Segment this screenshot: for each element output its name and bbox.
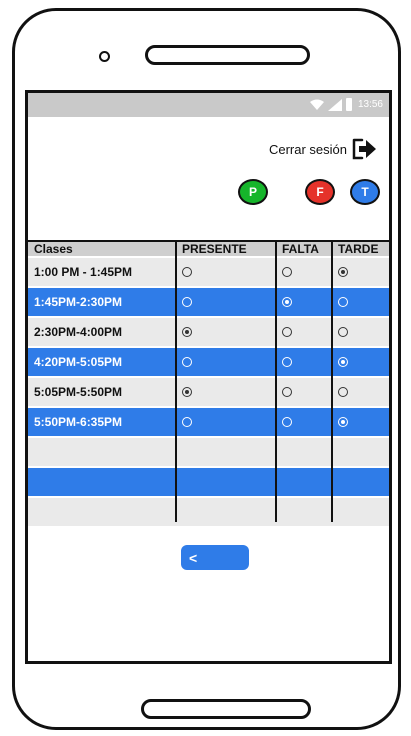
wifi-icon [309, 99, 324, 110]
column-divider [175, 242, 177, 522]
table-row [28, 498, 389, 526]
table-row: 2:30PM-4:00PM [28, 318, 389, 346]
radio-falta[interactable] [282, 267, 292, 277]
class-time-label: 5:05PM-5:50PM [34, 385, 123, 399]
table-row: 5:50PM-6:35PM [28, 408, 389, 436]
radio-falta[interactable] [282, 327, 292, 337]
column-header-presente: PRESENTE [182, 242, 247, 256]
screen: 13:56 Cerrar sesión P FT Clases PRESENTE FA… [25, 90, 392, 664]
speaker-slot [145, 45, 310, 65]
radio-tarde[interactable] [338, 387, 348, 397]
legend-p-badge: P [238, 179, 268, 205]
signal-icon [327, 98, 342, 111]
class-time-label: 1:00 PM - 1:45PM [34, 265, 133, 279]
attendance-table: Clases PRESENTE FALTA TARDE 1:00 PM - 1:45PM… [28, 240, 389, 526]
table-row [28, 438, 389, 466]
radio-falta[interactable] [282, 417, 292, 427]
radio-presente[interactable] [182, 297, 192, 307]
logout-icon [352, 138, 376, 160]
class-time-label: 1:45PM-2:30PM [34, 295, 123, 309]
table-header: Clases PRESENTE FALTA TARDE [28, 242, 389, 256]
radio-falta[interactable] [282, 297, 292, 307]
legend-t-badge: T [350, 179, 380, 205]
column-divider [275, 242, 277, 522]
home-button[interactable] [141, 699, 311, 719]
table-row: 4:20PM-5:05PM [28, 348, 389, 376]
battery-icon [345, 98, 352, 111]
status-time: 13:56 [357, 99, 383, 110]
camera-icon [99, 51, 110, 62]
column-header-clases: Clases [34, 242, 73, 256]
class-time-label: 5:50PM-6:35PM [34, 415, 123, 429]
radio-tarde[interactable] [338, 267, 348, 277]
logout-button[interactable]: Cerrar sesión [269, 137, 377, 161]
status-bar: 13:56 [28, 93, 389, 117]
table-row [28, 468, 389, 496]
table-row: 1:00 PM - 1:45PM [28, 258, 389, 286]
radio-presente[interactable] [182, 327, 192, 337]
radio-tarde[interactable] [338, 357, 348, 367]
class-time-label: 2:30PM-4:00PM [34, 325, 123, 339]
column-header-tarde: TARDE [338, 242, 379, 256]
legend-f-badge: F [305, 179, 335, 205]
radio-tarde[interactable] [338, 327, 348, 337]
radio-presente[interactable] [182, 267, 192, 277]
radio-presente[interactable] [182, 387, 192, 397]
radio-presente[interactable] [182, 357, 192, 367]
radio-tarde[interactable] [338, 297, 348, 307]
column-header-falta: FALTA [282, 242, 319, 256]
radio-tarde[interactable] [338, 417, 348, 427]
radio-falta[interactable] [282, 387, 292, 397]
class-time-label: 4:20PM-5:05PM [34, 355, 123, 369]
back-button[interactable]: < [181, 545, 249, 570]
table-row: 1:45PM-2:30PM [28, 288, 389, 316]
radio-presente[interactable] [182, 417, 192, 427]
radio-falta[interactable] [282, 357, 292, 367]
table-row: 5:05PM-5:50PM [28, 378, 389, 406]
column-divider [331, 242, 333, 522]
logout-label: Cerrar sesión [268, 141, 347, 157]
